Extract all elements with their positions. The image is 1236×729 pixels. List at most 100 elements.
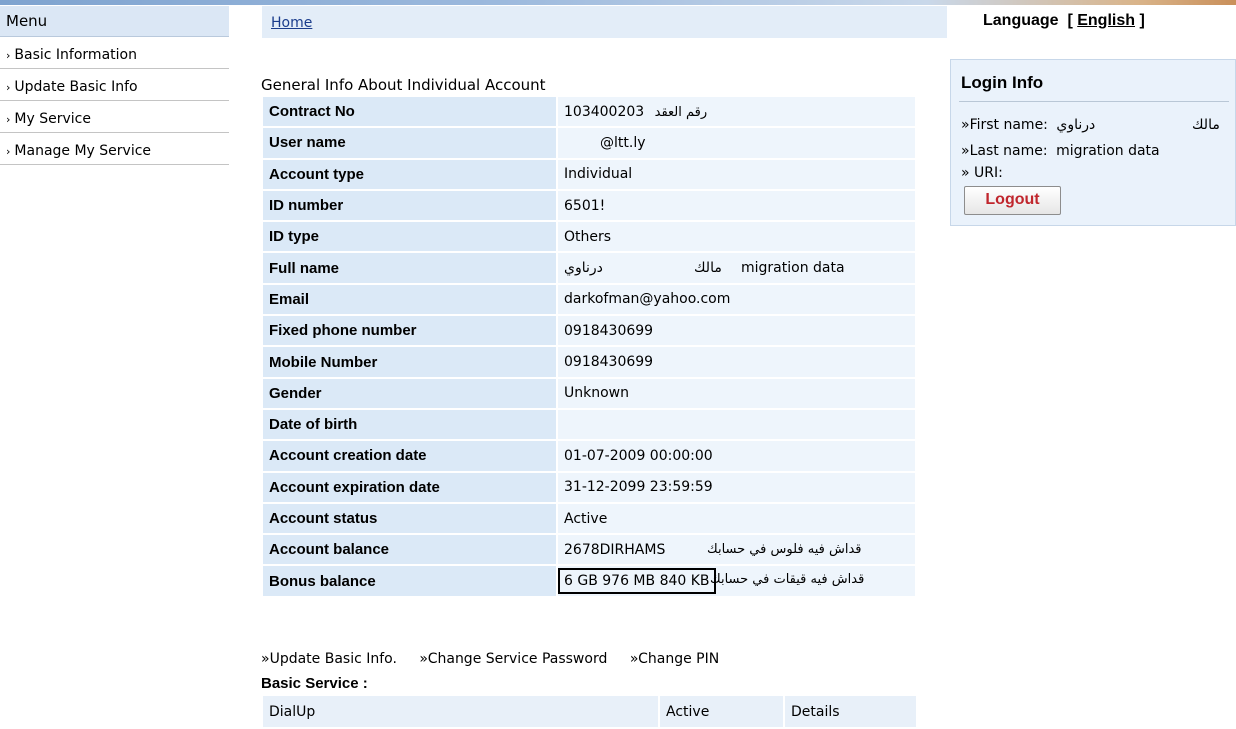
table-row: DialUp Active Details xyxy=(263,696,916,727)
service-status: Active xyxy=(660,696,783,727)
chevron-right-icon: › xyxy=(6,81,11,94)
contract-no-arabic-label: رقم العقد xyxy=(654,104,708,120)
bracket-close: ] xyxy=(1139,12,1145,29)
change-pin-link[interactable]: »Change PIN xyxy=(630,651,719,667)
field-label: Contract No xyxy=(263,97,556,127)
table-row: Account balance 2678DIRHAMS قداش فيه فلو… xyxy=(263,535,915,565)
field-label: ID number xyxy=(263,190,556,221)
field-label: User name xyxy=(263,128,556,158)
language-label: Language xyxy=(983,12,1059,29)
logout-button[interactable]: Logout xyxy=(964,186,1061,215)
field-label: Mobile Number xyxy=(263,347,556,377)
service-name: DialUp xyxy=(263,696,658,727)
menu-item-label: Manage My Service xyxy=(14,143,152,159)
account-balance-value: 2678DIRHAMS xyxy=(564,541,666,558)
field-label: Email xyxy=(263,284,556,315)
top-banner-strip xyxy=(0,0,1236,5)
field-label: Date of birth xyxy=(263,409,556,440)
field-value: 31-12-2099 23:59:59 xyxy=(558,472,915,502)
field-value: Unknown xyxy=(558,378,915,408)
field-label: Gender xyxy=(263,378,556,408)
field-value: 0918430699 xyxy=(558,316,915,346)
basic-service-title: Basic Service : xyxy=(261,675,368,692)
first-name-value-2: مالك xyxy=(1192,117,1220,133)
breadcrumb: Home xyxy=(262,6,947,38)
section-title: General Info About Individual Account xyxy=(261,76,546,94)
field-label: Account creation date xyxy=(263,441,556,471)
field-value: darkofman@yahoo.com xyxy=(558,284,915,315)
divider xyxy=(959,101,1229,102)
field-value: Active xyxy=(558,503,915,534)
language-english-link[interactable]: English xyxy=(1077,12,1135,29)
field-value: 2678DIRHAMS قداش فيه فلوس في حسابك xyxy=(558,535,915,565)
full-name-part-3: migration data xyxy=(741,260,845,277)
service-details-link[interactable]: Details xyxy=(785,696,916,727)
field-value: 01-07-2009 00:00:00 xyxy=(558,441,915,471)
table-row: User name @ltt.ly xyxy=(263,128,915,158)
table-row: Account status Active xyxy=(263,503,915,534)
bonus-balance-value: 6 GB 976 MB 840 KB xyxy=(558,568,716,595)
table-row: Account creation date 01-07-2009 00:00:0… xyxy=(263,441,915,471)
menu-item-label: Update Basic Info xyxy=(14,79,138,95)
first-name-label: »First name: xyxy=(961,117,1048,133)
menu-item-update-basic-info[interactable]: › Update Basic Info xyxy=(0,70,229,101)
chevron-right-icon: › xyxy=(6,113,11,126)
account-info-table: Contract No 103400203 رقم العقد User nam… xyxy=(261,95,917,598)
table-row: Contract No 103400203 رقم العقد xyxy=(263,97,915,127)
contract-no-value: 103400203 xyxy=(564,103,645,120)
field-label: Bonus balance xyxy=(263,566,556,596)
language-selector: Language [ English ] xyxy=(983,12,1145,30)
menu-header: Menu xyxy=(0,6,229,37)
chevron-right-icon: › xyxy=(6,145,11,158)
basic-service-table: DialUp Active Details xyxy=(261,694,918,729)
sidebar-menu: › Basic Information › Update Basic Info › M… xyxy=(0,38,229,166)
field-label: Account expiration date xyxy=(263,472,556,502)
bracket-open: [ xyxy=(1067,12,1073,29)
full-name-part-1: درناوي xyxy=(564,260,603,277)
table-row: Mobile Number 0918430699 xyxy=(263,347,915,377)
field-label: Account balance xyxy=(263,535,556,565)
field-value: 103400203 رقم العقد xyxy=(558,97,915,127)
last-name-label: »Last name: xyxy=(961,143,1048,159)
user-name-value: @ltt.ly xyxy=(600,134,646,151)
field-value: درناوي مالك migration data xyxy=(558,253,915,283)
bonus-balance-arabic-note: قداش فيه قيقات في حسابك xyxy=(710,572,865,588)
menu-item-basic-information[interactable]: › Basic Information xyxy=(0,38,229,69)
last-name-row: »Last name: migration data xyxy=(961,143,1160,159)
table-row: Fixed phone number 0918430699 xyxy=(263,316,915,346)
update-basic-info-link[interactable]: »Update Basic Info. xyxy=(261,651,397,667)
table-row: Gender Unknown xyxy=(263,378,915,408)
action-links: »Update Basic Info. »Change Service Pass… xyxy=(261,651,737,667)
table-row: ID type Others xyxy=(263,222,915,252)
login-info-title: Login Info xyxy=(961,73,1044,92)
menu-item-label: Basic Information xyxy=(14,47,137,63)
table-row: Email darkofman@yahoo.com xyxy=(263,284,915,315)
first-name-row: »First name: درناوي xyxy=(961,117,1095,133)
table-row: Account type Individual xyxy=(263,159,915,189)
table-row: Account expiration date 31-12-2099 23:59… xyxy=(263,472,915,502)
last-name-value: migration data xyxy=(1056,143,1160,159)
table-row: Date of birth xyxy=(263,409,915,440)
table-row: Full name درناوي مالك migration data xyxy=(263,253,915,283)
menu-item-my-service[interactable]: › My Service xyxy=(0,102,229,133)
table-row: Bonus balance 6 GB 976 MB 840 KB قداش في… xyxy=(263,566,915,596)
home-link[interactable]: Home xyxy=(271,15,312,31)
field-label: Fixed phone number xyxy=(263,316,556,346)
first-name-value: درناوي xyxy=(1056,117,1096,133)
field-value: Individual xyxy=(558,159,915,189)
field-value xyxy=(558,409,915,440)
uri-label: » URI: xyxy=(961,165,1003,181)
menu-item-label: My Service xyxy=(14,111,91,127)
field-label: ID type xyxy=(263,222,556,252)
field-label: Account type xyxy=(263,159,556,189)
chevron-right-icon: › xyxy=(6,49,11,62)
field-label: Account status xyxy=(263,503,556,534)
field-label: Full name xyxy=(263,253,556,283)
field-value: 0918430699 xyxy=(558,347,915,377)
field-value: 6501! xyxy=(558,190,915,221)
account-balance-arabic-note: قداش فيه فلوس في حسابك xyxy=(707,542,862,558)
field-value: 6 GB 976 MB 840 KB قداش فيه قيقات في حسا… xyxy=(558,566,915,596)
change-service-password-link[interactable]: »Change Service Password xyxy=(419,651,607,667)
full-name-part-2: مالك xyxy=(694,260,722,277)
menu-item-manage-my-service[interactable]: › Manage My Service xyxy=(0,134,229,165)
